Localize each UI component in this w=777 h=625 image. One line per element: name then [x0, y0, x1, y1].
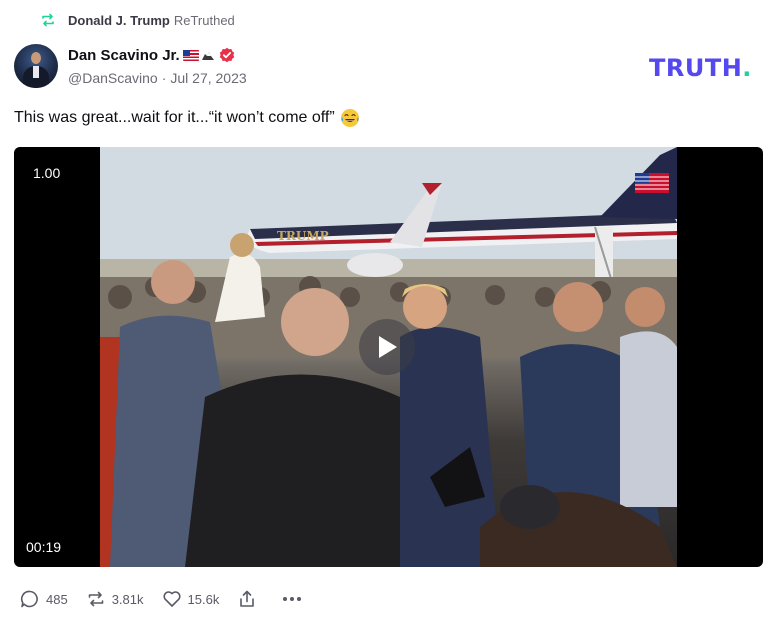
verified-badge-icon	[219, 47, 235, 63]
truth-logo-text: TRUTH	[649, 54, 743, 82]
handle-date-separator: ·	[161, 70, 167, 86]
us-flag-icon	[182, 49, 199, 61]
retruth-action-icon	[86, 589, 106, 609]
truth-logo-dot: .	[742, 54, 752, 82]
avatar[interactable]	[14, 44, 58, 88]
retruth-user-link[interactable]: Donald J. Trump	[68, 13, 170, 28]
more-options-button[interactable]	[281, 589, 303, 609]
retruth-count: 3.81k	[111, 591, 144, 607]
truth-logo: TRUTH.	[649, 54, 752, 82]
playback-speed-label[interactable]: 1.00	[33, 165, 60, 181]
share-button[interactable]	[237, 589, 263, 609]
retruth-icon	[40, 12, 56, 28]
reply-count: 485	[46, 591, 68, 607]
post-text: This was great...wait for it...“it won’t…	[14, 109, 335, 126]
more-dots-icon	[281, 589, 303, 609]
reply-button[interactable]: 485	[20, 589, 68, 609]
share-icon	[237, 589, 257, 609]
comment-icon	[20, 589, 40, 609]
author-display-name[interactable]: Dan Scavino Jr.	[68, 47, 180, 64]
play-icon	[379, 336, 397, 358]
post-actions: 485 3.81k 15.6k	[20, 589, 321, 609]
eagle-icon	[201, 49, 215, 61]
video-player[interactable]: TRUMP 1.00 00:19	[14, 147, 763, 567]
like-button[interactable]: 15.6k	[162, 589, 220, 609]
video-duration: 00:19	[26, 539, 62, 555]
post-body: This was great...wait for it...“it won’t…	[14, 108, 360, 128]
heart-icon	[162, 589, 182, 609]
author-info: Dan Scavino Jr. @DanScavino · Jul 27, 20…	[68, 44, 247, 88]
laughing-tears-emoji-icon	[340, 108, 360, 128]
author-handle[interactable]: @DanScavino	[68, 70, 158, 86]
retruth-banner: Donald J. Trump ReTruthed	[40, 10, 235, 30]
like-count: 15.6k	[187, 591, 220, 607]
retruth-button[interactable]: 3.81k	[86, 589, 144, 609]
plane-livery-text: TRUMP	[277, 229, 329, 243]
post-date[interactable]: Jul 27, 2023	[170, 70, 246, 86]
retruth-action-label: ReTruthed	[173, 12, 235, 28]
post-header: Dan Scavino Jr. @DanScavino · Jul 27, 20…	[14, 44, 247, 88]
play-button[interactable]	[359, 319, 415, 375]
